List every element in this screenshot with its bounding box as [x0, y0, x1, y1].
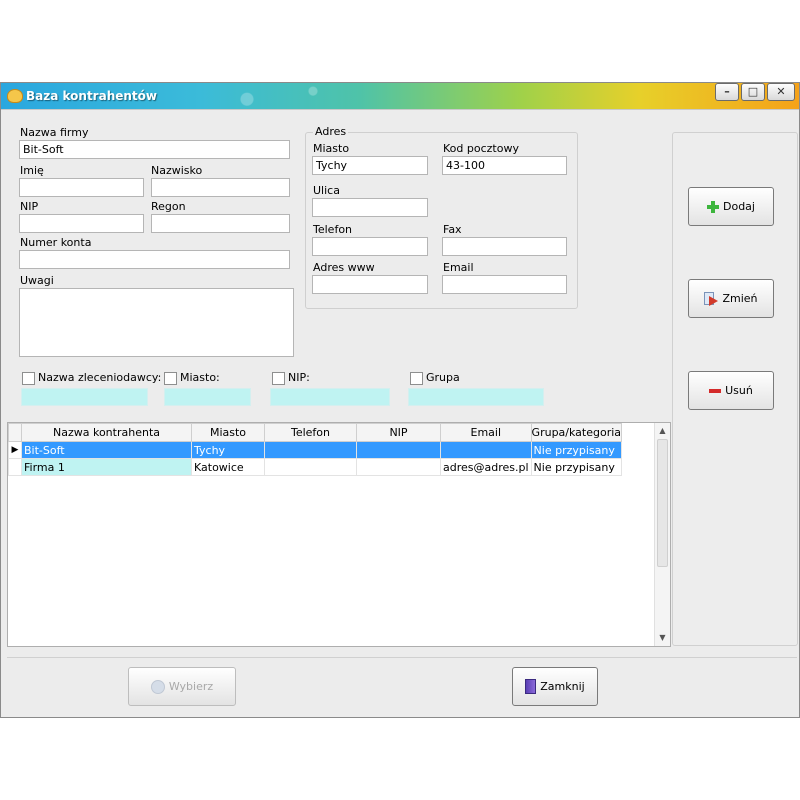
- minus-icon: [709, 388, 722, 393]
- company-name-label: Nazwa firmy: [20, 126, 89, 139]
- table-row[interactable]: ▶ Bit-Soft Tychy Nie przypisany: [8, 441, 623, 459]
- window-title: Baza kontrahentów: [26, 89, 157, 103]
- select-button[interactable]: Wybierz: [128, 667, 236, 706]
- column-header[interactable]: Telefon: [264, 423, 357, 442]
- delete-button-label: Usuń: [725, 384, 753, 397]
- city-field[interactable]: Tychy: [312, 156, 428, 175]
- select-button-label: Wybierz: [168, 680, 214, 693]
- table-cell[interactable]: Katowice: [191, 458, 265, 476]
- first-name-field[interactable]: [19, 178, 144, 197]
- fax-label: Fax: [443, 223, 462, 236]
- email-field[interactable]: [442, 275, 567, 294]
- group-filter-label: Grupa: [426, 371, 460, 384]
- edit-icon: [704, 292, 719, 306]
- add-button-label: Dodaj: [723, 200, 755, 213]
- last-name-field[interactable]: [151, 178, 290, 197]
- title-bar[interactable]: Baza kontrahentów – □ ✕: [1, 83, 799, 110]
- company-name-field[interactable]: Bit-Soft: [19, 140, 290, 159]
- table-cell[interactable]: [356, 441, 441, 459]
- notes-field[interactable]: [19, 288, 294, 357]
- delete-button[interactable]: Usuń: [688, 371, 774, 410]
- column-header[interactable]: Miasto: [191, 423, 265, 442]
- minimize-button[interactable]: –: [715, 83, 739, 101]
- contractors-table: Nazwa kontrahenta Miasto Telefon NIP Ema…: [8, 423, 623, 476]
- notes-label: Uwagi: [20, 274, 54, 287]
- city-filter-checkbox[interactable]: [164, 372, 177, 385]
- regon-label: Regon: [151, 200, 186, 213]
- contractors-grid[interactable]: Nazwa kontrahenta Miasto Telefon NIP Ema…: [7, 422, 671, 647]
- table-cell[interactable]: Tychy: [191, 441, 265, 459]
- city-filter-label: Miasto:: [180, 371, 220, 384]
- grid-header-row: Nazwa kontrahenta Miasto Telefon NIP Ema…: [8, 423, 623, 442]
- fax-field[interactable]: [442, 237, 567, 256]
- www-label: Adres www: [313, 261, 375, 274]
- nip-filter-label: NIP:: [288, 371, 310, 384]
- plus-icon: [707, 200, 719, 213]
- table-cell[interactable]: Nie przypisany: [530, 458, 623, 476]
- nip-filter-checkbox[interactable]: [272, 372, 285, 385]
- table-cell[interactable]: [264, 441, 357, 459]
- bottom-bar: [7, 657, 797, 713]
- client-name-filter-checkbox[interactable]: [22, 372, 35, 385]
- maximize-icon: □: [747, 85, 759, 98]
- column-header[interactable]: Email: [440, 423, 532, 442]
- nip-label: NIP: [20, 200, 39, 213]
- column-header[interactable]: Grupa/kategoria: [530, 423, 623, 442]
- column-header[interactable]: NIP: [356, 423, 441, 442]
- scroll-down-icon[interactable]: ▼: [655, 631, 670, 645]
- current-row-icon: ▶: [8, 441, 22, 459]
- postal-code-field[interactable]: 43-100: [442, 156, 567, 175]
- last-name-label: Nazwisko: [151, 164, 203, 177]
- account-field[interactable]: [19, 250, 290, 269]
- table-row[interactable]: Firma 1 Katowice adres@adres.pl Nie przy…: [8, 458, 623, 476]
- city-filter-input[interactable]: [164, 388, 251, 406]
- client-name-filter-input[interactable]: [21, 388, 148, 406]
- table-cell[interactable]: [356, 458, 441, 476]
- grid-scrollbar[interactable]: ▲ ▼: [654, 423, 670, 646]
- phone-label: Telefon: [313, 223, 353, 236]
- close-button[interactable]: Zamknij: [512, 667, 598, 706]
- group-filter-checkbox[interactable]: [410, 372, 423, 385]
- postal-code-label: Kod pocztowy: [443, 142, 519, 155]
- table-cell[interactable]: [440, 441, 532, 459]
- minimize-icon: –: [724, 85, 730, 98]
- app-icon: [7, 89, 23, 103]
- row-indicator: [8, 458, 22, 476]
- table-cell[interactable]: [264, 458, 357, 476]
- phone-field[interactable]: [312, 237, 428, 256]
- column-header[interactable]: Nazwa kontrahenta: [21, 423, 192, 442]
- edit-button-label: Zmień: [722, 292, 758, 305]
- table-cell[interactable]: Nie przypisany: [530, 441, 623, 459]
- group-filter-input[interactable]: [408, 388, 544, 406]
- email-label: Email: [443, 261, 474, 274]
- address-group-title: Adres: [313, 125, 349, 138]
- door-icon: [525, 679, 537, 694]
- regon-field[interactable]: [151, 214, 290, 233]
- nip-filter-input[interactable]: [270, 388, 390, 406]
- select-icon: [150, 679, 165, 694]
- contractors-window: Baza kontrahentów – □ ✕ Nazwa firmy Bit-…: [0, 82, 800, 718]
- client-name-filter-label: Nazwa zleceniodawcy:: [38, 371, 162, 384]
- street-label: Ulica: [313, 184, 340, 197]
- table-cell[interactable]: Firma 1: [21, 458, 192, 476]
- account-label: Numer konta: [20, 236, 92, 249]
- city-label: Miasto: [313, 142, 350, 155]
- nip-field[interactable]: [19, 214, 144, 233]
- close-window-button[interactable]: ✕: [767, 83, 795, 101]
- maximize-button[interactable]: □: [741, 83, 765, 101]
- scroll-up-icon[interactable]: ▲: [655, 424, 670, 438]
- close-icon: ✕: [776, 85, 786, 98]
- row-indicator-header: [8, 423, 22, 442]
- edit-button[interactable]: Zmień: [688, 279, 774, 318]
- title-bar-decoration: [181, 83, 401, 110]
- table-cell[interactable]: Bit-Soft: [21, 441, 192, 459]
- street-field[interactable]: [312, 198, 428, 217]
- table-cell[interactable]: adres@adres.pl: [440, 458, 532, 476]
- www-field[interactable]: [312, 275, 428, 294]
- close-button-label: Zamknij: [540, 680, 585, 693]
- first-name-label: Imię: [20, 164, 44, 177]
- add-button[interactable]: Dodaj: [688, 187, 774, 226]
- scroll-thumb[interactable]: [657, 439, 668, 567]
